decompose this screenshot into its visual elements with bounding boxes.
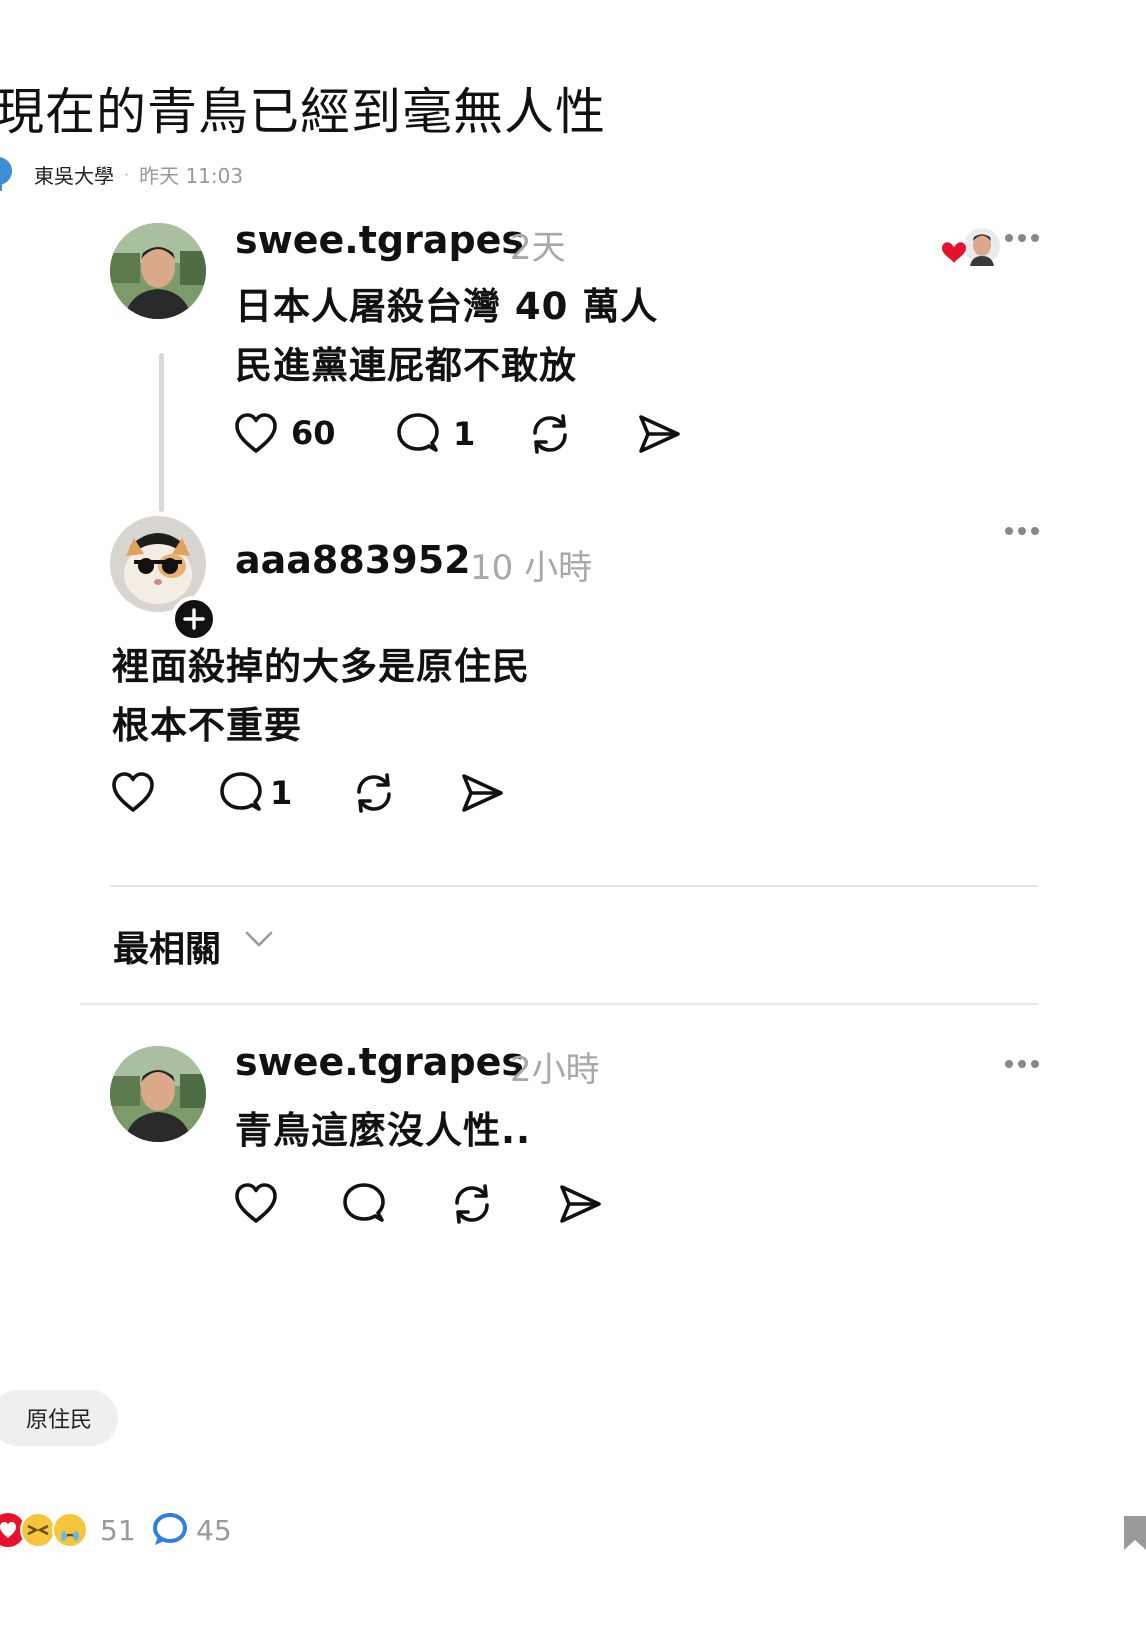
reply-count: 1 xyxy=(270,774,293,812)
post-meta: 東吳大學 · 昨天 11:03 xyxy=(0,156,243,192)
comment-bubble-icon[interactable] xyxy=(150,1510,190,1548)
timestamp: 2天 xyxy=(510,228,566,268)
like-button[interactable] xyxy=(110,770,156,814)
comment-count: 45 xyxy=(196,1514,232,1547)
liked-by-avatars xyxy=(938,226,1004,272)
more-horizontal-icon[interactable] xyxy=(1004,526,1040,536)
post-screenshot: 現在的青鳥已經到毫無人性 東吳大學 · 昨天 11:03 swee.tgrape… xyxy=(0,0,1146,1632)
thread-connector-line xyxy=(159,353,164,512)
like-count: 60 xyxy=(291,414,336,452)
school-avatar-icon xyxy=(0,157,12,191)
username[interactable]: swee.tgrapes xyxy=(235,1040,524,1084)
post-text-line: 裡面殺掉的大多是原住民 xyxy=(112,645,530,688)
timestamp: 10 小時 xyxy=(470,548,593,588)
repost-icon xyxy=(357,773,391,813)
reply-button[interactable] xyxy=(341,1181,387,1227)
chevron-down-icon[interactable] xyxy=(244,930,274,948)
repost-icon xyxy=(455,1184,489,1224)
reply-count: 1 xyxy=(453,415,476,453)
divider xyxy=(80,1003,1038,1005)
post-text-line: 民進黨連屁都不敢放 xyxy=(235,344,577,387)
post-text-line: 青鳥這麼沒人性.. xyxy=(235,1109,532,1152)
sort-dropdown[interactable]: 最相關 xyxy=(113,920,221,972)
divider xyxy=(110,885,1038,887)
reaction-count: 51 xyxy=(100,1514,136,1547)
topic-tag-label: 原住民 xyxy=(25,1408,92,1433)
send-icon xyxy=(639,415,680,453)
bookmark-icon[interactable] xyxy=(1124,1516,1146,1550)
meta-separator: · xyxy=(124,164,130,184)
repost-button[interactable] xyxy=(449,1181,495,1227)
send-icon xyxy=(462,774,503,812)
repost-icon xyxy=(533,414,567,454)
post-time: 昨天 11:03 xyxy=(139,163,244,188)
like-button[interactable]: 60 xyxy=(233,411,336,455)
post-text-line: 根本不重要 xyxy=(112,704,302,747)
username[interactable]: swee.tgrapes xyxy=(235,218,524,262)
repost-button[interactable] xyxy=(527,411,573,457)
heart-icon xyxy=(235,1183,277,1223)
share-button[interactable] xyxy=(636,411,682,457)
heart-icon xyxy=(235,413,277,453)
reply-button[interactable]: 1 xyxy=(218,770,292,816)
more-horizontal-icon[interactable] xyxy=(1004,233,1040,243)
heart-icon xyxy=(112,772,154,812)
speech-bubble-icon xyxy=(343,1183,385,1222)
post-text-line: 日本人屠殺台灣 40 萬人 xyxy=(235,285,659,328)
topic-tag[interactable]: 原住民 xyxy=(0,1390,118,1446)
reaction-emoji-icons xyxy=(0,1512,88,1548)
school-name[interactable]: 東吳大學 xyxy=(34,160,114,189)
repost-button[interactable] xyxy=(351,770,397,816)
more-horizontal-icon[interactable] xyxy=(1004,1059,1040,1069)
speech-bubble-icon xyxy=(397,413,439,452)
speech-bubble-icon xyxy=(220,772,262,811)
reply-button[interactable]: 1 xyxy=(395,411,475,457)
share-button[interactable] xyxy=(557,1181,603,1227)
share-button[interactable] xyxy=(459,770,505,816)
avatar[interactable] xyxy=(110,1046,206,1142)
avatar[interactable] xyxy=(110,223,206,319)
like-button[interactable] xyxy=(233,1181,279,1225)
send-icon xyxy=(560,1185,601,1223)
post-title: 現在的青鳥已經到毫無人性 xyxy=(0,83,606,141)
plus-icon xyxy=(183,608,205,630)
timestamp: 2小時 xyxy=(510,1050,600,1090)
username[interactable]: aaa883952 xyxy=(235,538,471,582)
